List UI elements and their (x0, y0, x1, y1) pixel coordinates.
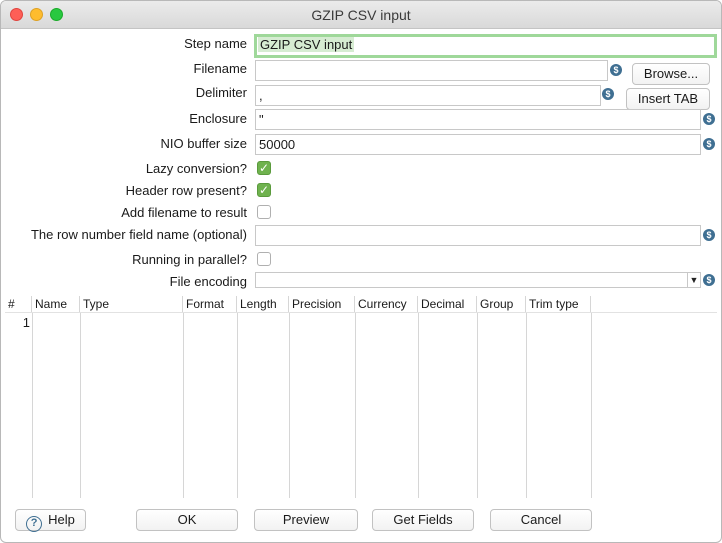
column-header-format[interactable]: Format (183, 296, 237, 313)
variable-dollar-icon[interactable]: $ (703, 274, 715, 286)
column-divider (526, 313, 527, 498)
column-header-length[interactable]: Length (237, 296, 289, 313)
step-name-value: GZIP CSV input (258, 37, 355, 52)
table-row-number[interactable]: 1 (5, 315, 30, 330)
column-divider (418, 313, 419, 498)
lazy-conversion-label: Lazy conversion? (145, 161, 247, 176)
column-header-index[interactable]: # (5, 296, 32, 313)
running-in-parallel-checkbox[interactable] (257, 252, 271, 266)
cancel-button[interactable]: Cancel (490, 509, 592, 531)
delimiter-input[interactable]: , (255, 85, 601, 106)
row-number-field-label: The row number field name (optional) (30, 227, 247, 242)
dropdown-arrow-icon[interactable]: ▼ (687, 273, 700, 287)
enclosure-input[interactable]: " (255, 109, 701, 130)
help-button[interactable]: ? Help (15, 509, 86, 532)
header-row-present-checkbox[interactable]: ✓ (257, 183, 271, 197)
dialog-window: GZIP CSV input Step name GZIP CSV input … (0, 0, 722, 543)
column-divider (80, 313, 81, 498)
help-question-icon: ? (26, 516, 43, 532)
variable-dollar-icon[interactable]: $ (602, 88, 614, 100)
browse-button[interactable]: Browse... (632, 63, 710, 85)
column-divider (237, 313, 238, 498)
column-header-trim-type[interactable]: Trim type (526, 296, 591, 313)
column-divider (32, 313, 33, 498)
fields-table: # Name Type Format Length Precision Curr… (5, 296, 717, 498)
ok-button[interactable]: OK (136, 509, 238, 531)
preview-button[interactable]: Preview (254, 509, 358, 531)
title-bar: GZIP CSV input (1, 1, 721, 29)
get-fields-button[interactable]: Get Fields (372, 509, 474, 531)
step-name-label: Step name (184, 36, 247, 51)
filename-label: Filename (193, 61, 247, 76)
table-header-divider (5, 312, 717, 313)
row-number-field-input[interactable] (255, 225, 701, 246)
lazy-conversion-checkbox[interactable]: ✓ (257, 161, 271, 175)
column-divider (289, 313, 290, 498)
header-row-present-label: Header row present? (125, 183, 247, 198)
check-icon: ✓ (258, 161, 270, 175)
add-filename-to-result-label: Add filename to result (121, 205, 247, 220)
column-divider (355, 313, 356, 498)
help-button-label: Help (48, 512, 75, 527)
running-in-parallel-label: Running in parallel? (132, 252, 247, 267)
column-header-name[interactable]: Name (32, 296, 80, 313)
insert-tab-button[interactable]: Insert TAB (626, 88, 710, 110)
column-header-decimal[interactable]: Decimal (418, 296, 477, 313)
file-encoding-select[interactable]: ▼ (255, 272, 701, 288)
check-icon: ✓ (258, 183, 270, 197)
add-filename-to-result-checkbox[interactable] (257, 205, 271, 219)
file-encoding-label: File encoding (169, 274, 247, 289)
nio-buffer-size-input[interactable]: 50000 (255, 134, 701, 155)
column-header-currency[interactable]: Currency (355, 296, 418, 313)
column-header-precision[interactable]: Precision (289, 296, 355, 313)
column-divider (591, 313, 592, 498)
step-name-input[interactable]: GZIP CSV input (254, 34, 717, 58)
column-header-type[interactable]: Type (80, 296, 183, 313)
column-header-group[interactable]: Group (477, 296, 526, 313)
column-divider (183, 313, 184, 498)
delimiter-label: Delimiter (195, 85, 247, 100)
column-divider (477, 313, 478, 498)
enclosure-label: Enclosure (189, 111, 247, 126)
variable-dollar-icon[interactable]: $ (703, 229, 715, 241)
filename-input[interactable] (255, 60, 608, 81)
nio-buffer-size-label: NIO buffer size (160, 136, 247, 151)
window-title: GZIP CSV input (311, 7, 411, 23)
variable-dollar-icon[interactable]: $ (610, 64, 622, 76)
variable-dollar-icon[interactable]: $ (703, 138, 715, 150)
variable-dollar-icon[interactable]: $ (703, 113, 715, 125)
